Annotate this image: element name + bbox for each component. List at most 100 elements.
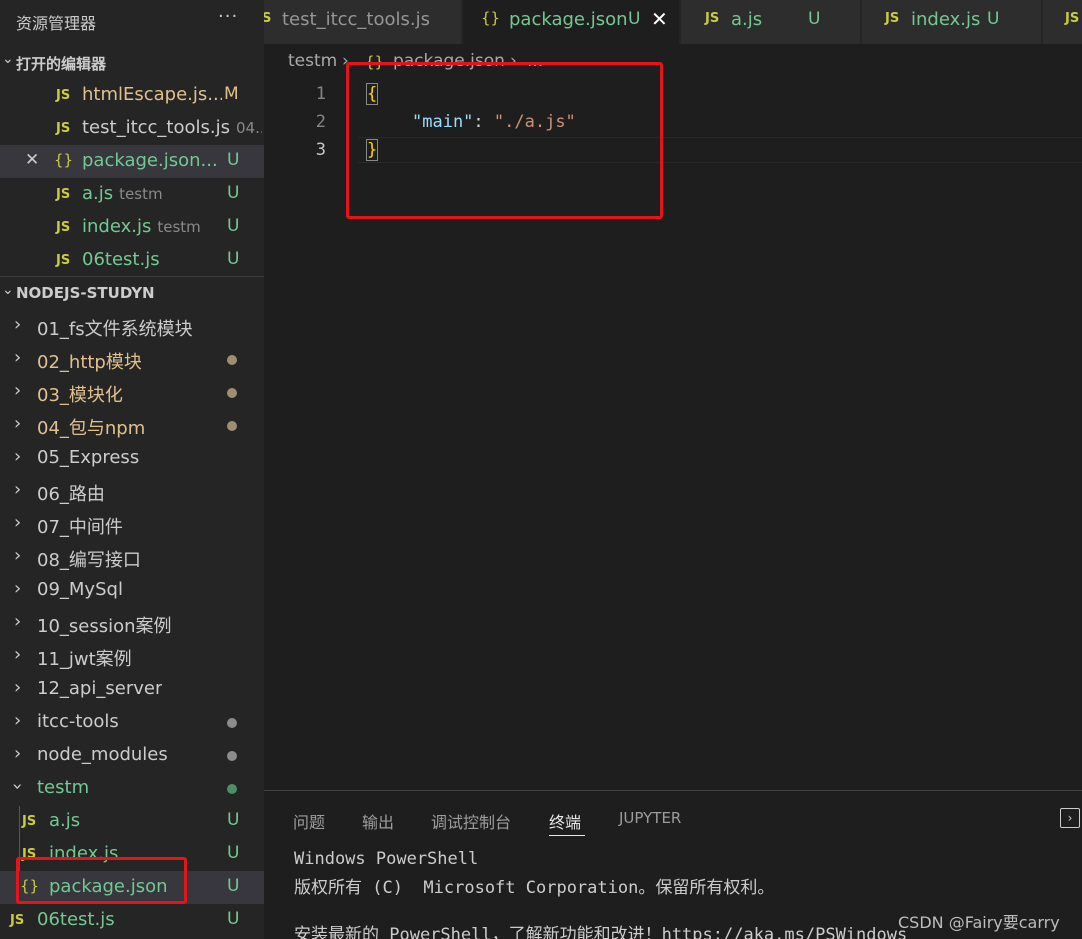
js-file-icon: JS: [56, 121, 71, 136]
chevron-right-icon: ›: [14, 347, 22, 368]
file-name: test_itcc_tools.js: [82, 117, 230, 138]
open-editors-header[interactable]: ⌄ 打开的编辑器: [0, 47, 264, 77]
open-editors-title: 打开的编辑器: [16, 55, 107, 73]
terminal-line: 版权所有 (C) Microsoft Corporation。保留所有权利。: [294, 878, 775, 898]
annotation-box: [16, 857, 187, 904]
js-file-icon: JS: [10, 913, 25, 928]
open-editor-item[interactable]: JS index.js testm U: [0, 211, 264, 244]
tab-overflow[interactable]: JS: [1043, 0, 1082, 44]
tab-problems[interactable]: 问题: [293, 809, 325, 833]
folder-item[interactable]: › 06_路由: [0, 475, 264, 508]
json-file-icon: {}: [54, 151, 74, 169]
open-editor-item-selected[interactable]: ✕ {} package.json... U: [0, 145, 264, 178]
chevron-right-icon: ›: [14, 677, 22, 698]
close-icon[interactable]: ✕: [651, 7, 668, 31]
close-icon[interactable]: ✕: [25, 150, 39, 170]
git-status-badge: U: [227, 249, 240, 269]
open-editor-label: 06test.js: [82, 249, 160, 270]
git-status-badge: U: [628, 9, 641, 29]
open-editor-label: index.js testm: [82, 216, 222, 237]
file-desc: testm: [157, 218, 201, 236]
folder-item[interactable]: › 04_包与npm: [0, 409, 264, 442]
folder-item[interactable]: › 10_session案例: [0, 607, 264, 640]
tab-debug-console[interactable]: 调试控制台: [431, 809, 511, 833]
folder-label: 09_MySql: [37, 579, 123, 600]
workspace-title: NODEJS-STUDYN: [16, 284, 155, 302]
folder-item[interactable]: › 09_MySql: [0, 574, 264, 607]
file-item[interactable]: JS 06test.js U: [0, 904, 264, 937]
untracked-dot-icon: [227, 784, 237, 794]
open-editor-item[interactable]: JS htmlEscape.js... M: [0, 79, 264, 112]
tab-label: test_itcc_tools.js: [282, 9, 430, 30]
js-file-icon: S: [264, 11, 272, 26]
git-status-badge: U: [227, 183, 240, 203]
workspace-header[interactable]: ⌄ NODEJS-STUDYN: [0, 278, 264, 308]
line-number: 2: [315, 112, 326, 132]
folder-item[interactable]: › 12_api_server: [0, 673, 264, 706]
open-editor-item[interactable]: JS test_itcc_tools.js 04...: [0, 112, 264, 145]
folder-item[interactable]: › 03_模块化: [0, 376, 264, 409]
folder-item[interactable]: › itcc-tools: [0, 706, 264, 739]
folder-item[interactable]: › 11_jwt案例: [0, 640, 264, 673]
js-file-icon: JS: [56, 88, 71, 103]
open-editor-label: a.js testm: [82, 183, 222, 204]
chevron-right-icon: ›: [14, 446, 22, 467]
more-actions-icon[interactable]: ···: [218, 6, 238, 27]
git-status-badge: U: [227, 909, 240, 929]
file-name: index.js: [82, 216, 152, 237]
breadcrumb-folder[interactable]: testm: [288, 51, 337, 71]
chevron-right-icon: ›: [14, 578, 22, 599]
modified-dot-icon: [227, 388, 237, 398]
explorer-title: 资源管理器: [16, 14, 97, 33]
tab-label: package.json: [509, 9, 628, 30]
open-editor-item[interactable]: JS 06test.js U: [0, 244, 264, 277]
folder-label: 11_jwt案例: [37, 649, 132, 670]
editor-tab-bar: S test_itcc_tools.js {} package.json U ✕…: [264, 0, 1082, 44]
git-status-badge: M: [224, 84, 239, 104]
tab-package-json[interactable]: {} package.json U ✕: [463, 0, 680, 44]
tab-output[interactable]: 输出: [362, 809, 394, 833]
terminal-line: 安装最新的 PowerShell，了解新功能和改进！https://aka.ms…: [294, 925, 908, 939]
folder-item-expanded[interactable]: › testm: [0, 772, 264, 805]
git-status-badge: U: [808, 9, 821, 29]
tab-jupyter[interactable]: JUPYTER: [619, 809, 681, 827]
folder-item[interactable]: › 01_fs文件系统模块: [0, 310, 264, 343]
chevron-right-icon: ›: [14, 479, 22, 500]
active-tab-indicator: [549, 835, 585, 836]
tab-test-itcc-tools[interactable]: S test_itcc_tools.js: [264, 0, 462, 44]
terminal-line: Windows PowerShell: [294, 849, 479, 869]
folder-item[interactable]: › 02_http模块: [0, 343, 264, 376]
tab-terminal[interactable]: 终端: [549, 809, 581, 833]
git-status-badge: U: [227, 150, 240, 170]
open-editor-label: package.json...: [82, 150, 217, 171]
file-item[interactable]: JS a.js U: [0, 805, 264, 838]
tab-label: index.js: [911, 9, 981, 30]
folder-label: 04_包与npm: [37, 418, 146, 439]
explorer-header: 资源管理器 ···: [0, 0, 264, 40]
folder-item[interactable]: › 05_Express: [0, 442, 264, 475]
folder-label: 01_fs文件系统模块: [37, 319, 193, 340]
chevron-right-icon: ›: [14, 644, 22, 665]
modified-dot-icon: [227, 421, 237, 431]
json-file-icon: {}: [481, 9, 501, 27]
tab-a-js[interactable]: JS a.js U: [681, 0, 861, 44]
open-editor-item[interactable]: JS a.js testm U: [0, 178, 264, 211]
folder-item[interactable]: › node_modules: [0, 739, 264, 772]
watermark: CSDN @Fairy要carry: [898, 913, 1060, 932]
js-file-icon: JS: [56, 187, 71, 202]
folder-label: 07_中间件: [37, 517, 123, 538]
file-name: a.js: [82, 183, 114, 204]
file-label: a.js: [49, 810, 81, 831]
folder-item[interactable]: › 07_中间件: [0, 508, 264, 541]
chevron-down-icon: ›: [7, 782, 29, 791]
folder-label: 12_api_server: [37, 678, 163, 699]
chevron-right-icon: ›: [14, 314, 22, 335]
status-dot-icon: [227, 718, 237, 728]
folder-item[interactable]: › 08_编写接口: [0, 541, 264, 574]
folder-label: 02_http模块: [37, 352, 142, 373]
chevron-right-icon: ›: [14, 413, 22, 434]
line-number: 3: [315, 140, 326, 160]
explorer-sidebar: 资源管理器 ··· ⌄ 打开的编辑器 JS htmlEscape.js... M…: [0, 0, 264, 939]
maximize-panel-icon[interactable]: ›: [1060, 808, 1080, 828]
tab-index-js[interactable]: JS index.js U: [862, 0, 1042, 44]
